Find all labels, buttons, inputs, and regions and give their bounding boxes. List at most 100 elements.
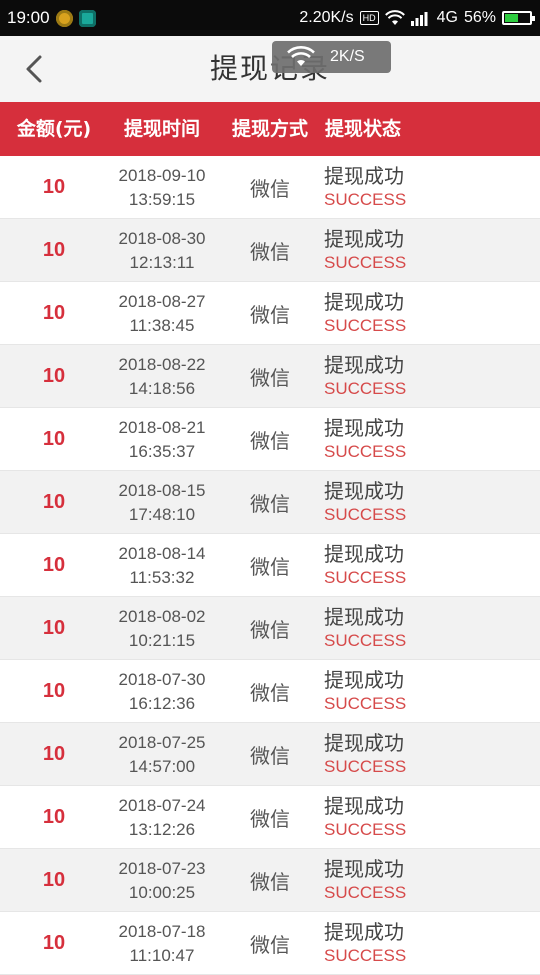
row-status: 提现成功 SUCCESS: [324, 723, 540, 786]
table-row[interactable]: 10 2018-08-21 16:35:37 微信 提现成功 SUCCESS: [0, 408, 540, 471]
table-row[interactable]: 10 2018-09-10 13:59:15 微信 提现成功 SUCCESS: [0, 156, 540, 219]
row-datetime: 2018-08-22 14:18:56: [108, 345, 216, 408]
row-status-text: 提现成功: [324, 478, 404, 503]
row-date: 2018-08-14: [118, 543, 206, 563]
table-row[interactable]: 10 2018-08-30 12:13:11 微信 提现成功 SUCCESS: [0, 219, 540, 282]
row-status-code: SUCCESS: [324, 945, 407, 965]
table-row[interactable]: 10 2018-08-15 17:48:10 微信 提现成功 SUCCESS: [0, 471, 540, 534]
row-status-text: 提现成功: [324, 793, 404, 818]
app-screenshot-icon: [78, 9, 96, 27]
table-row[interactable]: 10 2018-07-25 14:57:00 微信 提现成功 SUCCESS: [0, 723, 540, 786]
row-amount: 10: [42, 932, 66, 954]
row-datetime: 2018-07-18 11:10:47: [108, 912, 216, 975]
row-status: 提现成功 SUCCESS: [324, 534, 540, 597]
row-datetime: 2018-07-25 14:57:00: [108, 723, 216, 786]
row-method: 微信: [250, 303, 290, 327]
app-notification-icon: [55, 9, 73, 27]
app-header: 提现记录: [0, 36, 540, 102]
row-status: 提现成功 SUCCESS: [324, 849, 540, 912]
row-time: 16:35:37: [128, 441, 196, 461]
row-status-text: 提现成功: [324, 604, 404, 629]
row-date: 2018-08-21: [118, 417, 206, 437]
row-status: 提现成功 SUCCESS: [324, 912, 540, 975]
row-date: 2018-07-24: [118, 795, 206, 815]
column-header-amount: 金额(元): [16, 118, 92, 140]
row-method: 微信: [250, 933, 290, 957]
row-amount: 10: [42, 617, 66, 639]
table-row[interactable]: 10 2018-08-27 11:38:45 微信 提现成功 SUCCESS: [0, 282, 540, 345]
row-datetime: 2018-08-30 12:13:11: [108, 219, 216, 282]
row-method: 微信: [250, 744, 290, 768]
row-time: 13:12:26: [128, 819, 196, 839]
table-row[interactable]: 10 2018-07-23 10:00:25 微信 提现成功 SUCCESS: [0, 849, 540, 912]
table-row[interactable]: 10 2018-08-02 10:21:15 微信 提现成功 SUCCESS: [0, 597, 540, 660]
row-method: 微信: [250, 177, 290, 201]
row-amount: 10: [42, 365, 66, 387]
table-row[interactable]: 10 2018-07-30 16:12:36 微信 提现成功 SUCCESS: [0, 660, 540, 723]
battery-percent: 56%: [463, 9, 496, 26]
row-amount: 10: [42, 869, 66, 891]
row-status-code: SUCCESS: [324, 819, 407, 839]
row-status-code: SUCCESS: [324, 189, 407, 209]
row-time: 11:38:45: [129, 315, 195, 335]
table-row[interactable]: 10 2018-07-18 11:10:47 微信 提现成功 SUCCESS: [0, 912, 540, 975]
row-date: 2018-08-27: [118, 291, 206, 311]
row-method: 微信: [250, 240, 290, 264]
row-time: 14:57:00: [128, 756, 196, 776]
row-amount: 10: [42, 239, 66, 261]
wifi-icon: [287, 46, 315, 66]
row-status-text: 提现成功: [324, 667, 404, 692]
row-status-code: SUCCESS: [324, 567, 407, 587]
status-time: 19:00: [7, 8, 50, 27]
network-type: 4G: [436, 9, 458, 26]
row-status-code: SUCCESS: [324, 315, 407, 335]
row-time: 11:10:47: [129, 945, 195, 965]
row-status-code: SUCCESS: [324, 504, 407, 524]
battery-nub: [532, 16, 535, 21]
withdrawal-list: 10 2018-09-10 13:59:15 微信 提现成功 SUCCESS 1…: [0, 156, 540, 975]
row-amount: 10: [42, 743, 66, 765]
row-date: 2018-08-22: [118, 354, 206, 374]
row-datetime: 2018-08-14 11:53:32: [108, 534, 216, 597]
row-status-text: 提现成功: [324, 730, 404, 755]
row-datetime: 2018-08-02 10:21:15: [108, 597, 216, 660]
row-datetime: 2018-08-27 11:38:45: [108, 282, 216, 345]
row-status: 提现成功 SUCCESS: [324, 597, 540, 660]
row-status-code: SUCCESS: [324, 252, 407, 272]
row-datetime: 2018-09-10 13:59:15: [108, 156, 216, 219]
table-row[interactable]: 10 2018-07-24 13:12:26 微信 提现成功 SUCCESS: [0, 786, 540, 849]
row-date: 2018-09-10: [118, 165, 206, 185]
row-status-text: 提现成功: [324, 541, 404, 566]
wifi-icon: [384, 10, 405, 25]
row-amount: 10: [42, 176, 66, 198]
row-time: 11:53:32: [129, 567, 195, 587]
row-method: 微信: [250, 366, 290, 390]
row-status-text: 提现成功: [324, 352, 404, 377]
row-amount: 10: [42, 428, 66, 450]
row-status-code: SUCCESS: [324, 378, 407, 398]
table-row[interactable]: 10 2018-08-22 14:18:56 微信 提现成功 SUCCESS: [0, 345, 540, 408]
row-datetime: 2018-07-23 10:00:25: [108, 849, 216, 912]
row-method: 微信: [250, 807, 290, 831]
status-bar-left: 19:00: [7, 0, 96, 36]
row-time: 16:12:36: [128, 693, 196, 713]
row-method: 微信: [250, 681, 290, 705]
row-status-code: SUCCESS: [324, 630, 407, 650]
row-date: 2018-07-18: [118, 921, 206, 941]
battery-fill: [505, 14, 519, 22]
battery-charging-icon: [502, 11, 535, 25]
row-datetime: 2018-08-15 17:48:10: [108, 471, 216, 534]
row-datetime: 2018-07-24 13:12:26: [108, 786, 216, 849]
page-title: 提现记录: [209, 52, 330, 85]
row-status-text: 提现成功: [324, 415, 404, 440]
status-bar-right: 2.20K/s HD 4G 56%: [299, 0, 535, 36]
row-time: 17:48:10: [128, 504, 196, 524]
row-status-text: 提现成功: [324, 226, 404, 251]
row-method: 微信: [250, 870, 290, 894]
row-date: 2018-07-25: [118, 732, 206, 752]
status-bar: 19:00 2.20K/s HD 4G 56%: [0, 0, 540, 36]
row-date: 2018-07-23: [118, 858, 206, 878]
row-status: 提现成功 SUCCESS: [324, 408, 540, 471]
table-row[interactable]: 10 2018-08-14 11:53:32 微信 提现成功 SUCCESS: [0, 534, 540, 597]
row-status-text: 提现成功: [324, 289, 404, 314]
